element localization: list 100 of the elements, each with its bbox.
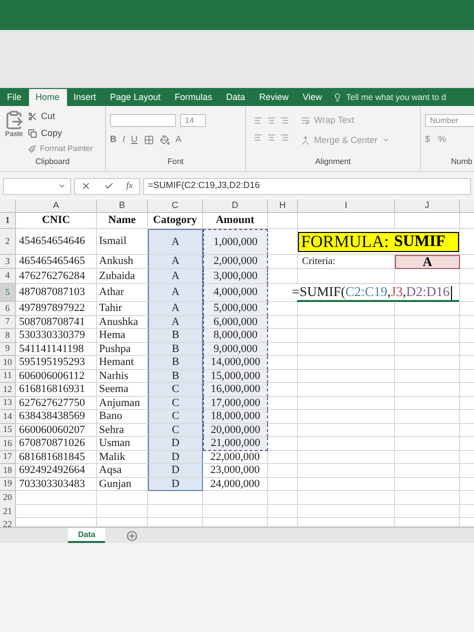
- align-center-icon[interactable]: [267, 133, 276, 142]
- table-cell-text: 497897897922: [19, 301, 85, 316]
- font-name-field[interactable]: [110, 114, 176, 127]
- row-number: 15: [3, 423, 12, 436]
- percent-button[interactable]: %: [438, 133, 446, 146]
- selected-cell: B: [148, 356, 203, 370]
- table-cell-text: 595195195293: [19, 355, 85, 370]
- table-cell-text: 530330330379: [19, 328, 85, 343]
- empty-cell: [268, 478, 298, 491]
- underline-button[interactable]: U: [131, 133, 138, 146]
- formula-field[interactable]: =SUMIF(C2:C19,J3,D2:D16: [143, 178, 471, 194]
- row-number: 17: [3, 450, 12, 463]
- column-header[interactable]: C: [172, 200, 178, 213]
- format-painter-button[interactable]: Format Painter: [28, 143, 93, 155]
- font-size-field[interactable]: 14: [180, 114, 206, 127]
- currency-button[interactable]: $: [425, 133, 430, 146]
- table-cell: 20,000,000: [203, 424, 268, 437]
- criteria-cell: A: [395, 255, 460, 269]
- empty-cell: [148, 504, 203, 518]
- font-color-button[interactable]: A: [176, 133, 182, 146]
- group-label: Alignment: [315, 156, 351, 168]
- row-number: 14: [3, 410, 12, 422]
- table-cell-text: 681681681845: [19, 450, 85, 464]
- table-cell-text: Anjuman: [99, 396, 140, 410]
- italic-button[interactable]: I: [122, 133, 126, 146]
- table-cell: 18,000,000: [203, 410, 268, 424]
- align-left-icon[interactable]: [254, 133, 263, 142]
- group-label: Font: [167, 156, 184, 168]
- table-cell: 17,000,000: [203, 396, 268, 410]
- caret-icon[interactable]: [58, 182, 66, 190]
- row-number: 13: [3, 396, 12, 409]
- row-number: 21: [3, 504, 12, 516]
- copy-icon: [28, 128, 37, 138]
- selected-cell: A: [148, 284, 203, 302]
- cancel-icon[interactable]: [81, 181, 92, 191]
- column-header[interactable]: D: [232, 200, 238, 213]
- table-cell-text: 638438438569: [19, 409, 85, 424]
- align-top-icon[interactable]: [254, 116, 263, 125]
- selected-cell: A: [148, 316, 203, 329]
- table-cell-text: 703303303483: [19, 476, 85, 492]
- ribbon-tab[interactable]: Insert: [66, 89, 104, 106]
- title-value: SUMIF: [394, 232, 446, 252]
- row-number: 12: [3, 382, 12, 396]
- column-header[interactable]: H: [279, 200, 286, 213]
- copy-button[interactable]: Copy: [28, 126, 93, 140]
- row-number: 5: [5, 286, 10, 299]
- ribbon-tab[interactable]: Data: [219, 89, 252, 106]
- align-bottom-icon[interactable]: [280, 116, 289, 125]
- table-cell-text: Hema: [99, 328, 126, 343]
- column-header[interactable]: I: [344, 200, 348, 213]
- enter-icon[interactable]: [104, 181, 114, 191]
- row-number: 8: [5, 328, 10, 342]
- borders-icon[interactable]: [144, 134, 154, 145]
- bold-button[interactable]: B: [110, 133, 116, 146]
- cut-button[interactable]: Cut: [28, 110, 93, 124]
- table-header: Catogory: [153, 213, 197, 228]
- selected-cell: D: [148, 478, 203, 491]
- ribbon-tab[interactable]: View: [296, 89, 329, 106]
- align-right-icon[interactable]: [280, 133, 289, 142]
- cell-edit-text[interactable]: =SUMIF(C2:C19,J3,D2:D16: [268, 282, 452, 303]
- ribbon-tab[interactable]: Formulas: [168, 89, 220, 106]
- empty-cell: [268, 450, 298, 464]
- ribbon-tab[interactable]: Page Layout: [103, 89, 168, 106]
- table-cell: 21,000,000: [203, 437, 268, 450]
- add-sheet-icon[interactable]: [127, 530, 138, 540]
- row-number: 18: [3, 464, 12, 476]
- table-cell: 23,000,000: [203, 464, 268, 478]
- table-cell: 6,000,000: [203, 316, 268, 329]
- table-cell-text: Ankush: [99, 254, 134, 270]
- table-cell: 4,000,000: [203, 284, 268, 302]
- column-header[interactable]: J: [424, 200, 430, 213]
- table-cell-text: 627627627750: [19, 396, 85, 410]
- tell-me-field[interactable]: Tell me what you want to d: [329, 89, 446, 106]
- table-cell-text: Pushpa: [99, 342, 131, 356]
- ribbon-tab[interactable]: Home: [28, 89, 67, 106]
- insert-function-button[interactable]: fx: [126, 179, 133, 193]
- number-format-field[interactable]: Number: [425, 114, 474, 127]
- sheet-tab[interactable]: Data: [68, 528, 106, 543]
- ribbon-tab[interactable]: File: [0, 89, 29, 106]
- table-cell-text: Hemant: [99, 355, 134, 370]
- column-header[interactable]: B: [118, 200, 125, 213]
- table-cell-text: Anushka: [99, 314, 138, 330]
- lightbulb-icon: [333, 93, 342, 102]
- criteria-label: Criteria:: [302, 255, 336, 269]
- column-header[interactable]: A: [52, 200, 59, 213]
- selected-cell: A: [148, 255, 203, 269]
- empty-cell: [268, 504, 298, 518]
- align-middle-icon[interactable]: [267, 116, 276, 125]
- row-number: 6: [5, 302, 10, 314]
- clipboard-icon: [4, 110, 24, 130]
- table-cell: 8,000,000: [203, 329, 268, 342]
- ribbon-tab[interactable]: Review: [252, 89, 296, 106]
- paintbrush-icon: [28, 145, 36, 153]
- selected-cell: A: [148, 269, 203, 284]
- table-cell-text: 487087087103: [19, 285, 85, 300]
- fill-color-icon[interactable]: [160, 134, 170, 145]
- title-label: FORMULA:: [300, 230, 390, 253]
- table-cell-text: Gunjan: [99, 476, 132, 492]
- row-number: 19: [3, 477, 12, 490]
- selected-cell: C: [148, 410, 203, 424]
